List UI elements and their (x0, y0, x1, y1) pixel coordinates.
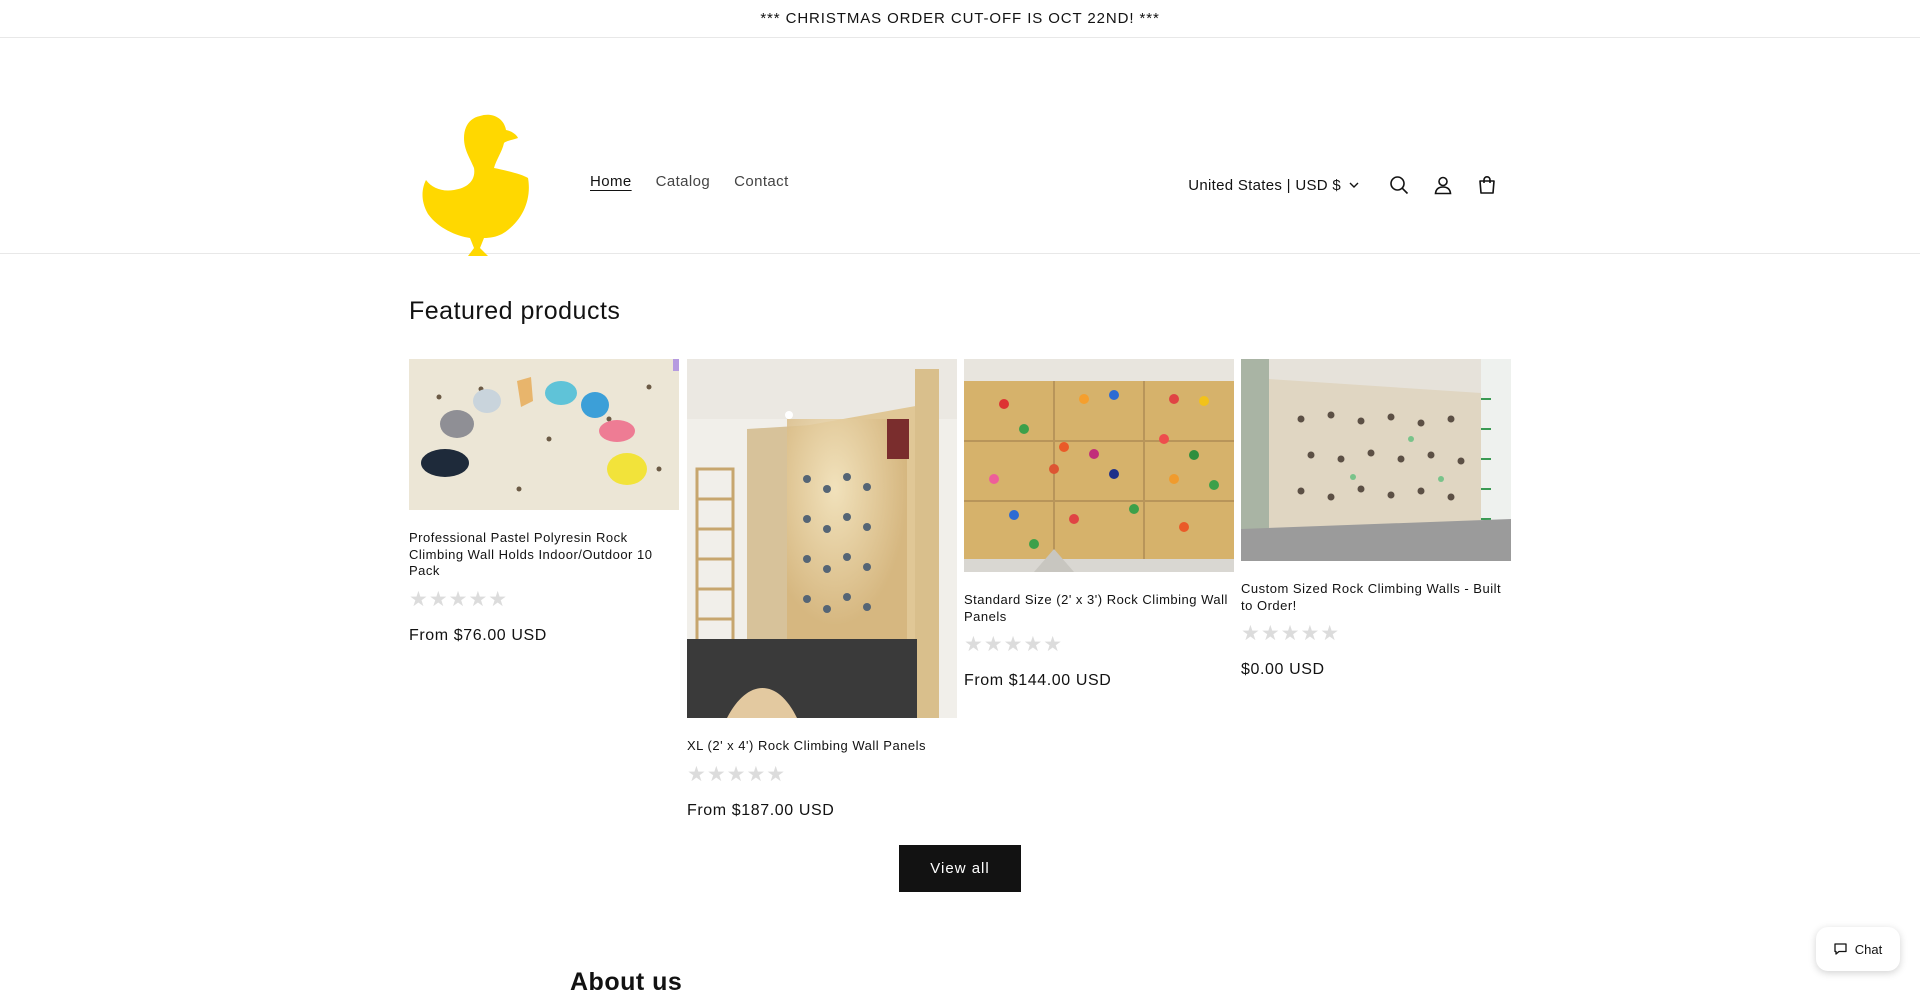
product-title[interactable]: Professional Pastel Polyresin Rock Climb… (409, 530, 679, 580)
product-title[interactable]: Custom Sized Rock Climbing Walls - Built… (1241, 581, 1511, 614)
main-nav: Home Catalog Contact (590, 173, 789, 190)
announcement-text: *** CHRISTMAS ORDER CUT-OFF IS OCT 22ND!… (760, 10, 1160, 27)
product-image-xl-wall[interactable] (687, 359, 957, 718)
product-title[interactable]: XL (2' x 4') Rock Climbing Wall Panels (687, 738, 957, 755)
chat-button[interactable]: Chat (1816, 927, 1900, 971)
chevron-down-icon (1349, 182, 1359, 188)
product-price: From $187.00 USD (687, 801, 835, 819)
rating-stars: ★★★★★ (687, 762, 787, 786)
announcement-bar: *** CHRISTMAS ORDER CUT-OFF IS OCT 22ND!… (0, 0, 1920, 38)
product-price: From $144.00 USD (964, 672, 1112, 689)
cart-icon (1479, 175, 1495, 194)
product-image-climbing-holds[interactable] (409, 359, 679, 510)
account-button[interactable] (1421, 170, 1465, 200)
chat-bubble-icon (1834, 943, 1847, 955)
rating-stars: ★★★★★ (409, 587, 509, 611)
nav-catalog-link[interactable]: Catalog (656, 173, 711, 190)
product-card[interactable]: Custom Sized Rock Climbing Walls - Built… (1241, 359, 1511, 679)
product-price: From $76.00 USD (409, 626, 547, 644)
product-image-standard-panels[interactable] (964, 359, 1234, 572)
rating-stars: ★★★★★ (1241, 622, 1341, 645)
nav-contact-link[interactable]: Contact (734, 173, 789, 190)
chat-label: Chat (1854, 941, 1883, 957)
product-image-custom-wall[interactable] (1241, 359, 1511, 561)
product-card[interactable]: XL (2' x 4') Rock Climbing Wall Panels ★… (687, 359, 957, 820)
rating-stars: ★★★★★ (964, 633, 1064, 656)
search-icon (1390, 176, 1409, 195)
featured-products-heading: Featured products (409, 297, 621, 325)
country-currency-selector[interactable]: United States | USD $ (1188, 177, 1359, 194)
product-card[interactable]: Standard Size (2' x 3') Rock Climbing Wa… (964, 359, 1234, 690)
about-us-heading: About us (570, 968, 683, 993)
product-card[interactable]: Professional Pastel Polyresin Rock Climb… (409, 359, 679, 645)
site-header: Home Catalog Contact United States | USD… (0, 38, 1920, 257)
product-title[interactable]: Standard Size (2' x 3') Rock Climbing Wa… (964, 592, 1234, 625)
currency-label: United States | USD $ (1188, 176, 1341, 194)
yellow-duck-icon[interactable] (418, 110, 534, 258)
product-price: $0.00 USD (1241, 661, 1325, 678)
account-icon (1434, 176, 1452, 195)
view-all-button[interactable]: View all (899, 845, 1021, 892)
nav-home-link[interactable]: Home (590, 173, 632, 190)
cart-button[interactable] (1465, 170, 1509, 200)
search-button[interactable] (1377, 170, 1421, 200)
header-actions: United States | USD $ (1188, 170, 1509, 200)
